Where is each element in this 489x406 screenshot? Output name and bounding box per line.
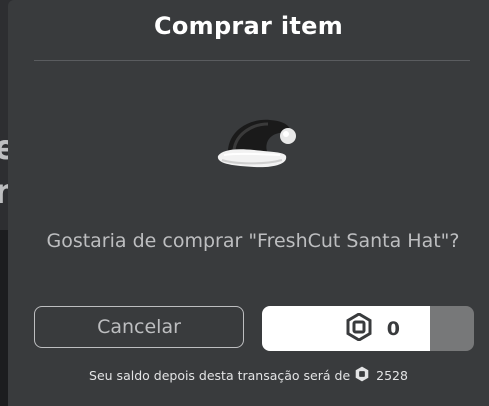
buy-button-main[interactable]: 0 [262,306,430,351]
buy-button-side[interactable] [430,306,474,351]
buy-button[interactable]: 0 [262,306,474,351]
balance-footer: Seu saldo depois desta transação será de… [8,366,489,385]
buy-price: 0 [386,317,400,340]
balance-text: Seu saldo depois desta transação será de [89,368,351,383]
santa-hat-icon [214,110,298,180]
title-divider [34,60,470,61]
robux-icon [354,366,370,385]
balance-amount: 2528 [376,368,408,383]
robux-icon [345,311,373,345]
purchase-modal: Comprar item Gostaria de comprar "FreshC… [8,0,489,406]
background-panel [0,230,8,406]
cancel-button[interactable]: Cancelar [34,306,244,348]
purchase-question: Gostaria de comprar "FreshCut Santa Hat"… [46,230,460,252]
modal-title: Comprar item [153,12,344,40]
